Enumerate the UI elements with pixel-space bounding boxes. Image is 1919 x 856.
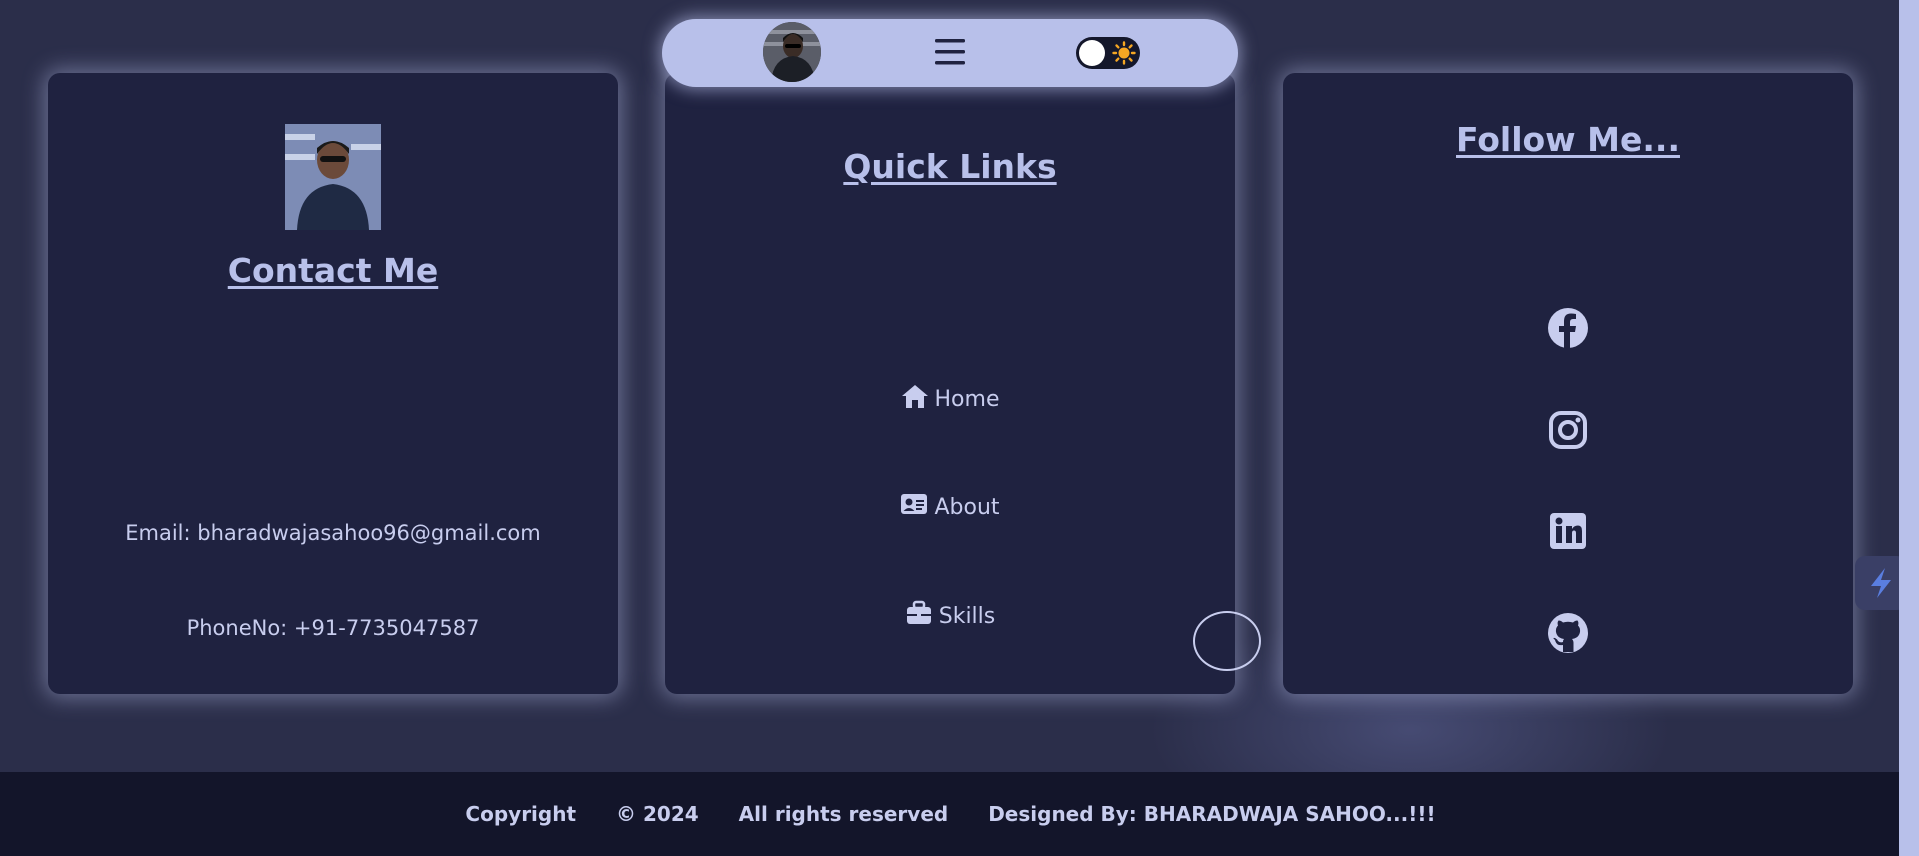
quick-links-card: Quick Links Home About Skills — [665, 73, 1235, 694]
id-card-icon — [900, 491, 928, 523]
footer-copyright: Copyright — [465, 802, 577, 826]
top-navbar — [662, 19, 1238, 87]
instagram-icon — [1547, 411, 1589, 455]
phone-text: PhoneNo: +91-7735047587 — [186, 616, 480, 640]
nav-link-about[interactable]: About — [665, 491, 1235, 523]
facebook-link[interactable] — [1547, 307, 1589, 349]
page: Contact Me Email: bharadwajasahoo96@gmai… — [0, 0, 1919, 856]
contact-card: Contact Me Email: bharadwajasahoo96@gmai… — [48, 73, 618, 694]
menu-icon[interactable] — [935, 38, 965, 66]
email-text: Email: bharadwajasahoo96@gmail.com — [125, 521, 541, 545]
facebook-icon — [1547, 308, 1589, 353]
linkedin-link[interactable] — [1547, 510, 1589, 552]
instagram-link[interactable] — [1547, 409, 1589, 451]
contact-heading: Contact Me — [227, 251, 439, 290]
home-icon — [901, 383, 929, 415]
footer: Copyright © 2024 All rights reserved Des… — [0, 772, 1899, 856]
profile-photo — [285, 124, 381, 230]
briefcase-icon — [905, 600, 933, 632]
nav-link-skills[interactable]: Skills — [665, 600, 1235, 632]
github-icon — [1547, 613, 1589, 658]
sun-icon — [1112, 41, 1136, 65]
github-link[interactable] — [1547, 612, 1589, 654]
linkedin-icon — [1547, 513, 1589, 556]
quick-links-heading: Quick Links — [843, 147, 1057, 186]
scroll-to-top-button[interactable] — [1193, 611, 1261, 671]
footer-designer: Designed By: BHARADWAJA SAHOO...!!! — [988, 802, 1436, 826]
toggle-knob — [1079, 40, 1105, 66]
nav-link-skills-label: Skills — [938, 603, 996, 629]
footer-rights: All rights reserved — [738, 802, 949, 826]
nav-link-home[interactable]: Home — [665, 383, 1235, 415]
page-scrollbar[interactable] — [1899, 0, 1919, 856]
footer-year: © 2024 — [616, 802, 699, 826]
nav-avatar[interactable] — [763, 22, 821, 82]
follow-card: Follow Me... — [1283, 73, 1853, 694]
follow-heading: Follow Me... — [1456, 120, 1680, 159]
theme-toggle[interactable] — [1076, 37, 1140, 69]
nav-link-about-label: About — [934, 494, 1000, 520]
nav-link-home-label: Home — [934, 386, 1000, 412]
